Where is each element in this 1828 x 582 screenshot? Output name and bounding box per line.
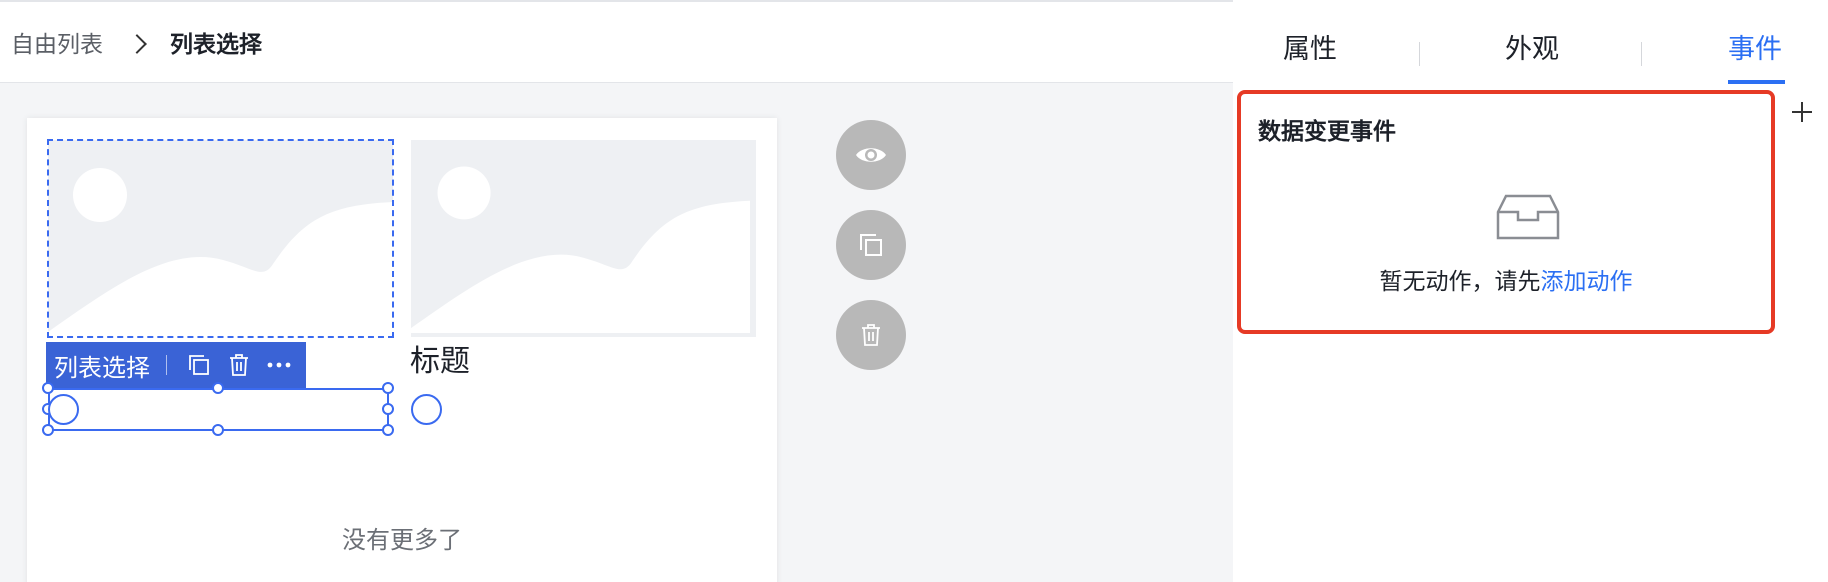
data-change-event-section: 数据变更事件 暂无动作，请先添加动作 xyxy=(1237,90,1775,334)
no-more-text: 没有更多了 xyxy=(342,526,462,554)
image-placeholder-icon[interactable] xyxy=(47,139,394,338)
empty-message: 暂无动作，请先 xyxy=(1379,269,1541,295)
event-title: 数据变更事件 xyxy=(1258,119,1396,145)
selection-toolbar: 列表选择 xyxy=(46,342,306,388)
resize-handle[interactable] xyxy=(382,382,394,394)
resize-handle[interactable] xyxy=(212,424,224,436)
eye-icon xyxy=(856,148,886,162)
card-title: 标题 xyxy=(410,344,470,379)
active-tab-indicator xyxy=(1728,80,1785,84)
breadcrumb-parent[interactable]: 自由列表 xyxy=(11,30,103,60)
property-panel: 属性 外观 事件 数据变更事件 暂无动作，请先添加动作 xyxy=(1233,0,1828,582)
chevron-right-icon xyxy=(127,34,147,54)
resize-handle[interactable] xyxy=(212,382,224,394)
preview-button[interactable] xyxy=(836,120,906,190)
tab-events[interactable]: 事件 xyxy=(1728,30,1782,70)
more-icon[interactable] xyxy=(259,342,299,388)
empty-state-text: 暂无动作，请先添加动作 xyxy=(1241,262,1771,296)
tab-divider xyxy=(1641,42,1642,66)
add-action-link[interactable]: 添加动作 xyxy=(1541,269,1633,295)
resize-handle[interactable] xyxy=(42,382,54,394)
list-canvas: 列表选择 标题 没有更多了 xyxy=(27,118,777,582)
image-placeholder-icon[interactable] xyxy=(411,140,756,337)
tab-divider xyxy=(1419,42,1420,66)
copy-button[interactable] xyxy=(836,210,906,280)
selected-component-label: 列表选择 xyxy=(54,353,150,382)
trash-icon xyxy=(862,324,880,346)
breadcrumb-current: 列表选择 xyxy=(170,32,262,58)
resize-handle[interactable] xyxy=(382,403,394,415)
copy-icon[interactable] xyxy=(179,342,219,388)
tab-properties[interactable]: 属性 xyxy=(1283,30,1337,70)
breadcrumb-bar: 自由列表 列表选择 xyxy=(0,0,1233,83)
empty-box-icon xyxy=(1496,194,1560,240)
tab-appearance[interactable]: 外观 xyxy=(1505,30,1559,70)
toolbar-divider xyxy=(166,355,167,375)
copy-icon xyxy=(860,234,882,256)
resize-handle[interactable] xyxy=(42,424,54,436)
list-radio-1[interactable] xyxy=(48,394,79,425)
resize-handle[interactable] xyxy=(382,424,394,436)
trash-icon[interactable] xyxy=(219,342,259,388)
delete-button[interactable] xyxy=(836,300,906,370)
plus-icon[interactable] xyxy=(1790,100,1814,124)
list-radio-2[interactable] xyxy=(411,394,442,425)
